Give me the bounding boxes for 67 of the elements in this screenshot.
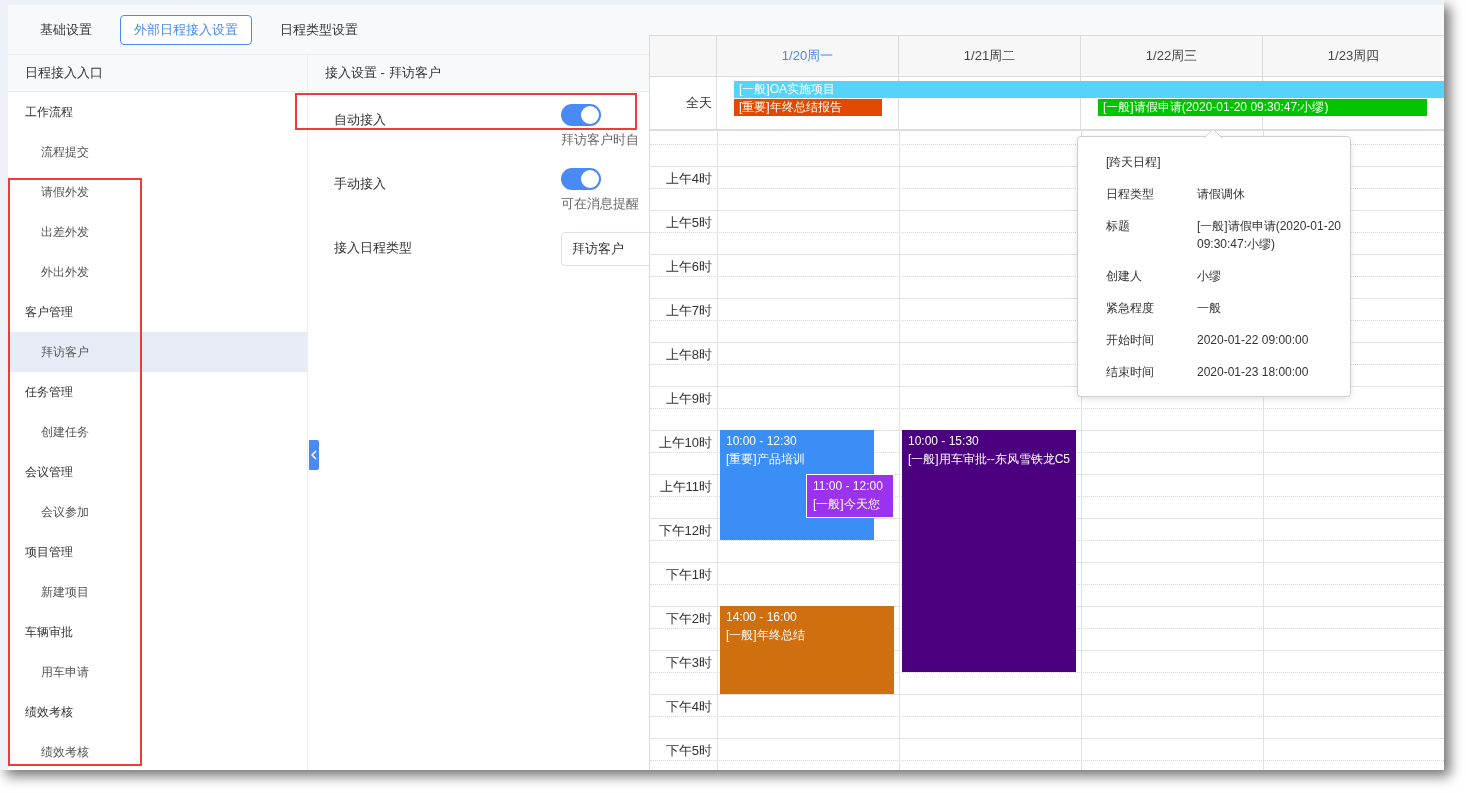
- group-label: 任务管理: [25, 384, 73, 401]
- hour-label: 上午8时: [665, 346, 712, 364]
- sidebar-item[interactable]: 会议参加: [8, 492, 307, 532]
- group-label: 车辆审批: [25, 624, 73, 641]
- field-label: 开始时间: [1106, 332, 1155, 349]
- field-label: 结束时间: [1106, 364, 1155, 381]
- group-label: 客户管理: [25, 304, 73, 321]
- hour-label: 下午12时: [658, 522, 712, 540]
- field-value: 小缪: [1197, 268, 1221, 285]
- tab[interactable]: 基础设置: [28, 14, 104, 45]
- hour-label: 下午2时: [665, 610, 712, 628]
- setting-label: 手动接入: [334, 175, 387, 193]
- group-label: 项目管理: [25, 544, 73, 561]
- hour-label: 上午11时: [659, 478, 712, 496]
- sidebar-item[interactable]: 外出外发: [8, 252, 307, 292]
- day-header: 1/23周四: [1263, 36, 1444, 76]
- hour-label: 下午1时: [665, 566, 712, 584]
- sidebar-item[interactable]: 流程提交: [8, 132, 307, 172]
- field-label: 创建人: [1106, 268, 1143, 285]
- field-value: 请假调休: [1197, 186, 1245, 203]
- setting-description: 可在消息提醒: [561, 196, 639, 212]
- hour-label: 上午9时: [665, 390, 712, 408]
- allday-label: 全天: [686, 94, 712, 113]
- sidebar-item[interactable]: 绩效考核: [8, 732, 307, 770]
- group-label: 工作流程: [25, 104, 73, 121]
- day-header: 1/21周二: [899, 36, 1081, 76]
- day-header: 1/22周三: [1081, 36, 1263, 76]
- hour-label: 下午4时: [665, 698, 712, 716]
- tab[interactable]: 外部日程接入设置: [120, 14, 252, 45]
- field-value: 2020-01-22 09:00:00: [1197, 332, 1309, 349]
- group-label: 会议管理: [25, 464, 73, 481]
- field-value: 一般: [1197, 300, 1221, 317]
- hour-label: 上午6时: [665, 258, 712, 276]
- hour-label: 上午4时: [665, 170, 712, 188]
- hour-label: 上午5时: [665, 214, 712, 232]
- sidebar-item[interactable]: 新建项目: [8, 572, 307, 612]
- chevron-left-icon: [311, 450, 317, 460]
- setting-description: 拜访客户时自: [561, 132, 639, 148]
- sidebar-item[interactable]: 拜访客户: [8, 332, 307, 372]
- setting-label: 接入日程类型: [334, 239, 413, 257]
- field-label: 标题: [1106, 218, 1131, 235]
- hour-label: 下午3时: [665, 654, 712, 672]
- sidebar-item[interactable]: 创建任务: [8, 412, 307, 452]
- group-label: 绩效考核: [25, 704, 73, 721]
- tab[interactable]: 日程类型设置: [268, 14, 370, 45]
- allday-event[interactable]: [重要]年终总结报告: [734, 99, 882, 116]
- toggle-switch[interactable]: [561, 168, 601, 190]
- calendar-event[interactable]: 10:00 - 15:30 [一般]用车审批--东风雪铁龙C5: [902, 430, 1076, 672]
- field-label: 紧急程度: [1106, 300, 1155, 317]
- collapse-handle[interactable]: [309, 440, 319, 470]
- calendar-event[interactable]: 11:00 - 12:00 [一般]今天您: [806, 474, 894, 518]
- panel-header: 日程接入入口: [8, 55, 307, 92]
- toggle-switch[interactable]: [561, 104, 601, 126]
- popover-heading: [跨天日程]: [1106, 154, 1162, 171]
- field-value: [一般]请假申请(2020-01-20 09:30:47:小缪): [1197, 218, 1342, 253]
- sidebar-item[interactable]: 请假外发: [8, 172, 307, 212]
- sidebar-item[interactable]: 出差外发: [8, 212, 307, 252]
- sidebar-item[interactable]: 用车申请: [8, 652, 307, 692]
- hour-label: 上午7时: [665, 302, 712, 320]
- day-header: 1/20周一: [717, 36, 899, 76]
- hour-label: 上午10时: [658, 434, 712, 452]
- panel-header: 接入设置 - 拜访客户: [308, 55, 649, 92]
- field-label: 日程类型: [1106, 186, 1155, 203]
- calendar-event[interactable]: 14:00 - 16:00 [一般]年终总结: [720, 606, 894, 694]
- field-value: 2020-01-23 18:00:00: [1197, 364, 1309, 381]
- setting-label: 自动接入: [334, 111, 387, 129]
- hour-label: 下午5时: [665, 742, 712, 760]
